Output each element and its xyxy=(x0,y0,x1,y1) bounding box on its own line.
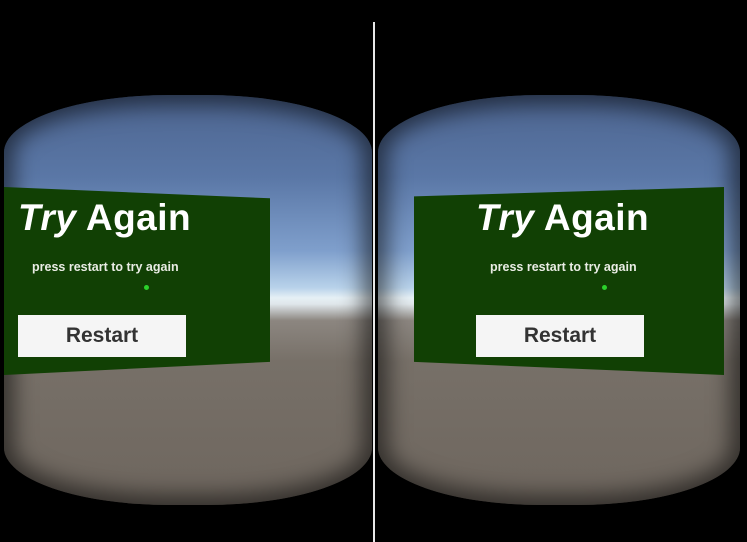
restart-button-label: Restart xyxy=(523,324,597,347)
left-eye-view: Try Again press restart to try again Res… xyxy=(4,95,372,505)
restart-button-label: Restart xyxy=(65,324,139,347)
game-over-panel: Try Again press restart to try again Res… xyxy=(4,187,270,375)
title-word-again: Again xyxy=(543,197,650,238)
game-over-title: Try Again xyxy=(18,197,191,239)
gaze-reticle-icon xyxy=(602,285,607,290)
right-eye-view: Try Again press restart to try again Res… xyxy=(378,95,740,505)
game-over-panel: Try Again press restart to try again Res… xyxy=(414,187,724,375)
game-over-subtitle: press restart to try again xyxy=(32,260,179,274)
restart-button[interactable]: Restart xyxy=(476,315,644,357)
game-over-title: Try Again xyxy=(476,197,649,239)
title-word-try: Try xyxy=(476,197,535,238)
stereo-divider xyxy=(373,22,375,542)
gaze-reticle-icon xyxy=(144,285,149,290)
restart-button[interactable]: Restart xyxy=(18,315,186,357)
game-over-subtitle: press restart to try again xyxy=(490,260,637,274)
title-word-try: Try xyxy=(18,197,77,238)
title-word-again: Again xyxy=(85,197,192,238)
